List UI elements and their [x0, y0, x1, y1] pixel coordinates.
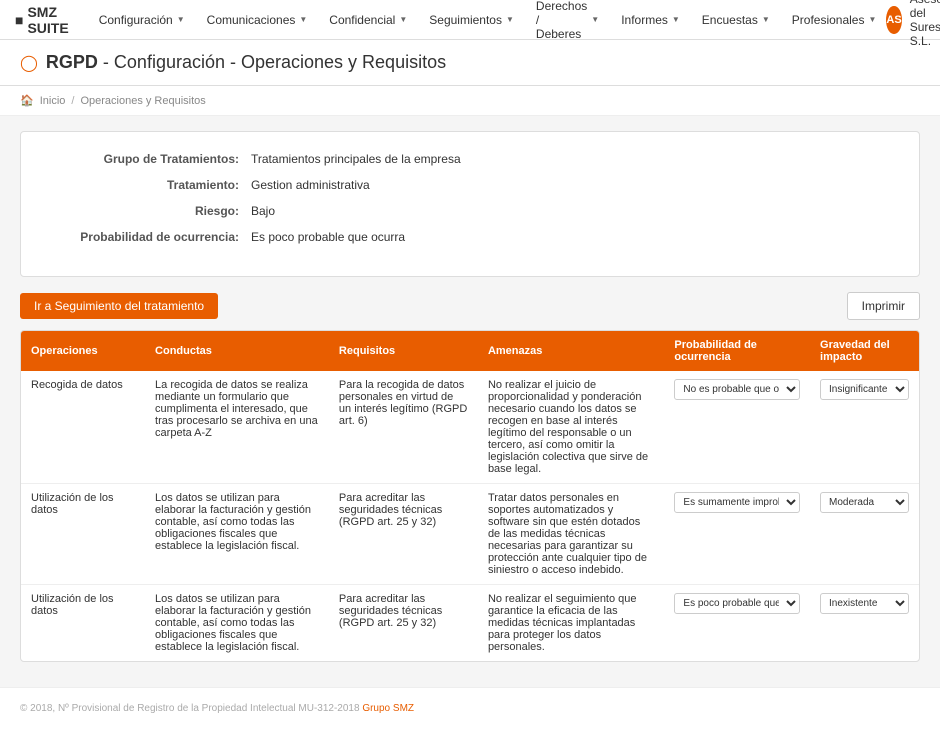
chevron-down-icon: ▼	[672, 15, 680, 24]
nav-derechos[interactable]: Derechos / Deberes ▼	[526, 0, 609, 40]
breadcrumb-separator: /	[71, 95, 74, 107]
gravedad-select[interactable]: Moderada	[820, 492, 909, 513]
cell-operaciones: Recogida de datos	[21, 371, 145, 484]
table-row: Utilización de los datosLos datos se uti…	[21, 484, 919, 585]
nav-encuestas[interactable]: Encuestas ▼	[692, 0, 780, 40]
nav-confidencial[interactable]: Confidencial ▼	[319, 0, 417, 40]
probabilidad-label: Probabilidad de ocurrencia:	[51, 230, 251, 244]
grupo-label: Grupo de Tratamientos:	[51, 152, 251, 166]
company-name: Asesoría del Sureste S.L.	[910, 0, 940, 48]
cell-probabilidad[interactable]: No es probable que ocurra	[664, 371, 810, 484]
table-row: Recogida de datosLa recogida de datos se…	[21, 371, 919, 484]
nav-comunicaciones[interactable]: Comunicaciones ▼	[197, 0, 318, 40]
probabilidad-value: Es poco probable que ocurra	[251, 230, 405, 244]
cell-requisitos: Para acreditar las seguridades técnicas …	[329, 585, 478, 662]
page-header: ◯ RGPD - Configuración - Operaciones y R…	[0, 40, 940, 86]
rgpd-icon: ◯	[20, 53, 38, 73]
breadcrumb-home-label[interactable]: Inicio	[40, 95, 66, 107]
cell-conductas: Los datos se utilizan para elaborar la f…	[145, 585, 329, 662]
footer-copyright: © 2018, Nº Provisional de Registro de la…	[20, 703, 360, 714]
riesgo-value: Bajo	[251, 204, 275, 218]
page-title: RGPD - Configuración - Operaciones y Req…	[46, 52, 446, 73]
cell-gravedad[interactable]: Inexistente	[810, 585, 919, 662]
cell-conductas: Los datos se utilizan para elaborar la f…	[145, 484, 329, 585]
th-gravedad: Gravedad del impacto	[810, 331, 919, 371]
riesgo-label: Riesgo:	[51, 204, 251, 218]
nav-seguimientos[interactable]: Seguimientos ▼	[419, 0, 524, 40]
th-requisitos: Requisitos	[329, 331, 478, 371]
navbar-right: AS Asesoría del Sureste S.L. ▼	[886, 0, 940, 48]
probabilidad-select[interactable]: No es probable que ocurra	[674, 379, 800, 400]
brand-name: SMZ SUITE	[27, 4, 68, 36]
table-header-row: Operaciones Conductas Requisitos Amenaza…	[21, 331, 919, 371]
chevron-down-icon: ▼	[399, 15, 407, 24]
probabilidad-select[interactable]: Es sumamente improbable que ocurra	[674, 492, 800, 513]
info-riesgo: Riesgo: Bajo	[51, 204, 889, 218]
imprimir-button[interactable]: Imprimir	[847, 292, 920, 320]
cell-amenazas: No realizar el juicio de proporcionalida…	[478, 371, 664, 484]
info-probabilidad: Probabilidad de ocurrencia: Es poco prob…	[51, 230, 889, 244]
info-card: Grupo de Tratamientos: Tratamientos prin…	[20, 131, 920, 277]
brand-icon: ■	[15, 12, 23, 28]
probabilidad-select[interactable]: Es poco probable que ocurra	[674, 593, 800, 614]
gravedad-select[interactable]: Inexistente	[820, 593, 909, 614]
info-grupo: Grupo de Tratamientos: Tratamientos prin…	[51, 152, 889, 166]
th-probabilidad: Probabilidad de ocurrencia	[664, 331, 810, 371]
breadcrumb-current: Operaciones y Requisitos	[80, 95, 205, 107]
footer-link[interactable]: Grupo SMZ	[362, 703, 414, 714]
company-avatar: AS	[886, 6, 901, 34]
cell-requisitos: Para la recogida de datos personales en …	[329, 371, 478, 484]
cell-operaciones: Utilización de los datos	[21, 484, 145, 585]
cell-gravedad[interactable]: Insignificante	[810, 371, 919, 484]
nav-informes[interactable]: Informes ▼	[611, 0, 690, 40]
cell-probabilidad[interactable]: Es poco probable que ocurra	[664, 585, 810, 662]
main-content: Grupo de Tratamientos: Tratamientos prin…	[0, 116, 940, 677]
th-amenazas: Amenazas	[478, 331, 664, 371]
chevron-down-icon: ▼	[868, 15, 876, 24]
tratamiento-value: Gestion administrativa	[251, 178, 370, 192]
cell-conductas: La recogida de datos se realiza mediante…	[145, 371, 329, 484]
nav-menu: Configuración ▼ Comunicaciones ▼ Confide…	[89, 0, 887, 40]
table-row: Utilización de los datosLos datos se uti…	[21, 585, 919, 662]
actions-row: Ir a Seguimiento del tratamiento Imprimi…	[20, 292, 920, 320]
nav-profesionales[interactable]: Profesionales ▼	[782, 0, 887, 40]
breadcrumb-home[interactable]: 🏠	[20, 94, 34, 107]
cell-amenazas: No realizar el seguimiento que garantice…	[478, 585, 664, 662]
breadcrumb: 🏠 Inicio / Operaciones y Requisitos	[0, 86, 940, 116]
brand: ■ SMZ SUITE	[15, 4, 69, 36]
navbar: ■ SMZ SUITE Configuración ▼ Comunicacion…	[0, 0, 940, 40]
cell-gravedad[interactable]: Moderada	[810, 484, 919, 585]
th-operaciones: Operaciones	[21, 331, 145, 371]
cell-requisitos: Para acreditar las seguridades técnicas …	[329, 484, 478, 585]
chevron-down-icon: ▼	[506, 15, 514, 24]
info-tratamiento: Tratamiento: Gestion administrativa	[51, 178, 889, 192]
th-conductas: Conductas	[145, 331, 329, 371]
grupo-value: Tratamientos principales de la empresa	[251, 152, 461, 166]
chevron-down-icon: ▼	[299, 15, 307, 24]
footer: © 2018, Nº Provisional de Registro de la…	[0, 687, 940, 729]
cell-probabilidad[interactable]: Es sumamente improbable que ocurra	[664, 484, 810, 585]
chevron-down-icon: ▼	[762, 15, 770, 24]
nav-configuracion[interactable]: Configuración ▼	[89, 0, 195, 40]
operations-table: Operaciones Conductas Requisitos Amenaza…	[20, 330, 920, 662]
chevron-down-icon: ▼	[591, 15, 599, 24]
gravedad-select[interactable]: Insignificante	[820, 379, 909, 400]
cell-operaciones: Utilización de los datos	[21, 585, 145, 662]
tratamiento-label: Tratamiento:	[51, 178, 251, 192]
chevron-down-icon: ▼	[177, 15, 185, 24]
seguimiento-button[interactable]: Ir a Seguimiento del tratamiento	[20, 293, 218, 319]
cell-amenazas: Tratar datos personales en soportes auto…	[478, 484, 664, 585]
